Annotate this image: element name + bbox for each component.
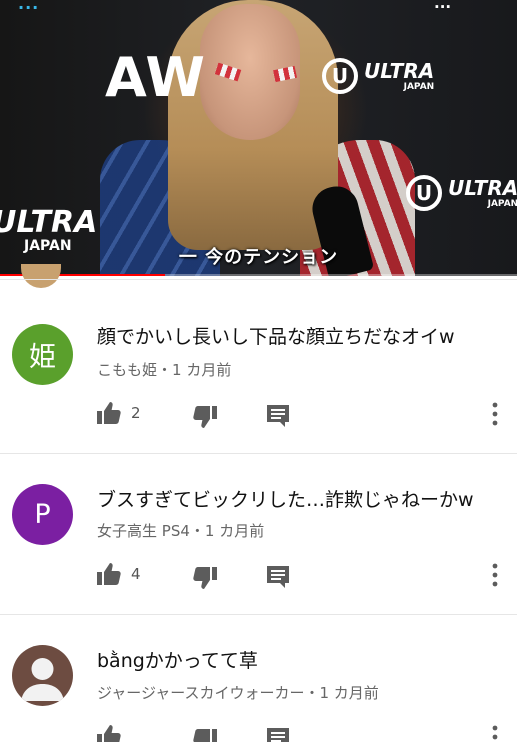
comment-meta: こもも姫・1 カ月前 xyxy=(97,359,231,380)
reply-comment-icon xyxy=(267,728,289,742)
thumbs-up-icon xyxy=(97,402,121,424)
video-progress-bar[interactable] xyxy=(0,274,517,276)
video-player[interactable]: ... ... AW U ULTRA JAPAN U ULTRA JAPAN U… xyxy=(0,0,517,276)
channel-watermark: ... xyxy=(18,0,40,13)
comment-time: 1 カ月前 xyxy=(204,522,265,540)
comment-actions: 4 xyxy=(97,563,517,589)
like-count: 4 xyxy=(131,565,141,583)
reply-comment-icon xyxy=(267,566,289,588)
thumbs-up-icon xyxy=(97,725,121,742)
comment-author[interactable]: ジャージャースカイウォーカー xyxy=(97,684,304,702)
sponsor-logo: AW xyxy=(105,46,206,109)
avatar[interactable]: 姫 xyxy=(12,324,73,385)
like-button[interactable] xyxy=(97,725,131,742)
avatar[interactable]: P xyxy=(12,484,73,545)
more-vertical-icon xyxy=(491,563,499,587)
meta-separator: ・ xyxy=(189,522,205,540)
like-count: 2 xyxy=(131,404,141,422)
comment-item: 姫 顔でかいし長いし下品な顔立ちだなオイw こもも姫・1 カ月前 2 xyxy=(0,293,517,454)
comment-time: 1 カ月前 xyxy=(172,361,232,379)
comment-item: bằngかかってて草 ジャージャースカイウォーカー・1 カ月前 xyxy=(0,615,517,742)
comment-text: 顔でかいし長いし下品な顔立ちだなオイw xyxy=(97,326,455,348)
more-options-button[interactable] xyxy=(491,402,499,426)
thumbs-down-icon xyxy=(193,406,217,428)
like-button[interactable]: 2 xyxy=(97,402,141,424)
ultra-logo: U ULTRA JAPAN xyxy=(406,175,517,211)
video-subtitle: 一 今のテンション xyxy=(178,247,339,268)
divider xyxy=(0,279,517,280)
thumbs-up-icon xyxy=(97,563,121,585)
comment-meta: ジャージャースカイウォーカー・1 カ月前 xyxy=(97,682,379,703)
thumbs-down-icon xyxy=(193,729,217,742)
comment-text: bằngかかってて草 xyxy=(97,650,258,672)
comment-actions xyxy=(97,725,517,742)
avatar[interactable] xyxy=(12,645,73,706)
comment-author[interactable]: 女子高生 PS4 xyxy=(97,522,190,540)
comment-time: 1 カ月前 xyxy=(319,684,379,702)
comment-item: P ブスすぎてビックリした…詐欺じゃねーかw 女子高生 PS4・1 カ月前 4 xyxy=(0,454,517,615)
reply-button[interactable] xyxy=(267,405,289,427)
like-button[interactable]: 4 xyxy=(97,563,141,585)
more-vertical-icon xyxy=(491,402,499,426)
dislike-button[interactable] xyxy=(193,729,217,742)
more-vertical-icon xyxy=(491,725,499,742)
reply-button[interactable] xyxy=(267,728,289,742)
more-options-button[interactable] xyxy=(491,725,499,742)
ultra-banner-text: ULTRA xyxy=(0,205,98,240)
comment-author[interactable]: こもも姫 xyxy=(97,361,157,379)
dislike-button[interactable] xyxy=(193,406,217,428)
more-options-button[interactable] xyxy=(491,563,499,587)
meta-separator: ・ xyxy=(157,361,173,379)
comment-text: ブスすぎてビックリした…詐欺じゃねーかw xyxy=(97,489,474,511)
default-user-icon xyxy=(21,658,64,701)
comment-meta: 女子高生 PS4・1 カ月前 xyxy=(97,520,264,541)
previous-comment-avatar[interactable] xyxy=(21,264,61,288)
corner-watermark: ... xyxy=(434,0,452,12)
dislike-button[interactable] xyxy=(193,567,217,589)
thumbs-down-icon xyxy=(193,567,217,589)
reply-button[interactable] xyxy=(267,566,289,588)
reply-comment-icon xyxy=(267,405,289,427)
ultra-logo: U ULTRA JAPAN xyxy=(322,58,434,94)
comment-actions: 2 xyxy=(97,402,517,428)
meta-separator: ・ xyxy=(304,684,320,702)
